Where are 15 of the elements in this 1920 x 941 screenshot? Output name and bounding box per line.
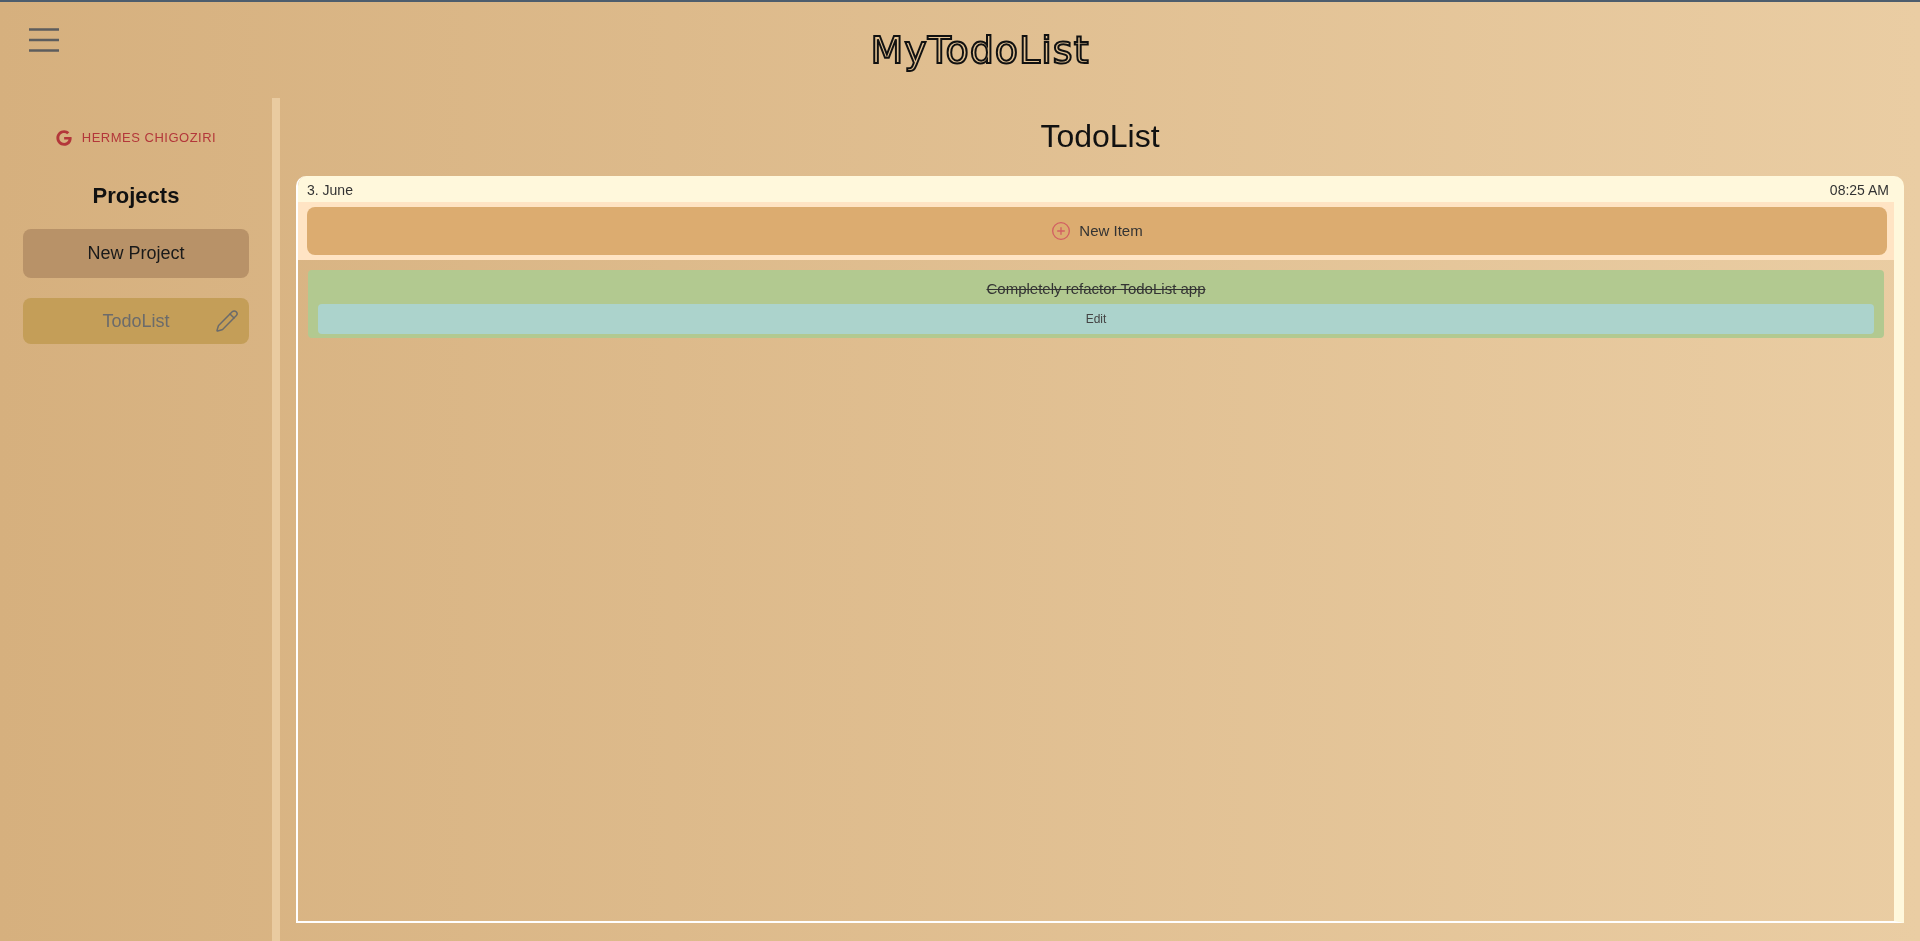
time-label: 08:25 AM <box>1829 181 1889 200</box>
new-item-button[interactable]: New Item <box>307 207 1887 255</box>
menu-icon[interactable] <box>29 28 59 52</box>
todo-text: Completely refactor TodoList app <box>986 279 1206 299</box>
page-title: TodoList <box>1039 117 1161 156</box>
projects-heading: Projects <box>91 182 181 210</box>
project-name: TodoList <box>102 309 170 333</box>
plus-circle-icon <box>1051 221 1072 241</box>
pencil-icon[interactable] <box>215 309 239 333</box>
new-project-button[interactable]: New Project <box>23 229 249 278</box>
app-logo: MyTodoList <box>870 27 1090 74</box>
g-logo-icon <box>55 130 72 146</box>
user-name: HERMES CHIGOZIRI <box>81 129 217 148</box>
edit-button[interactable]: Edit <box>318 304 1874 334</box>
date-label: 3. June <box>307 181 353 200</box>
